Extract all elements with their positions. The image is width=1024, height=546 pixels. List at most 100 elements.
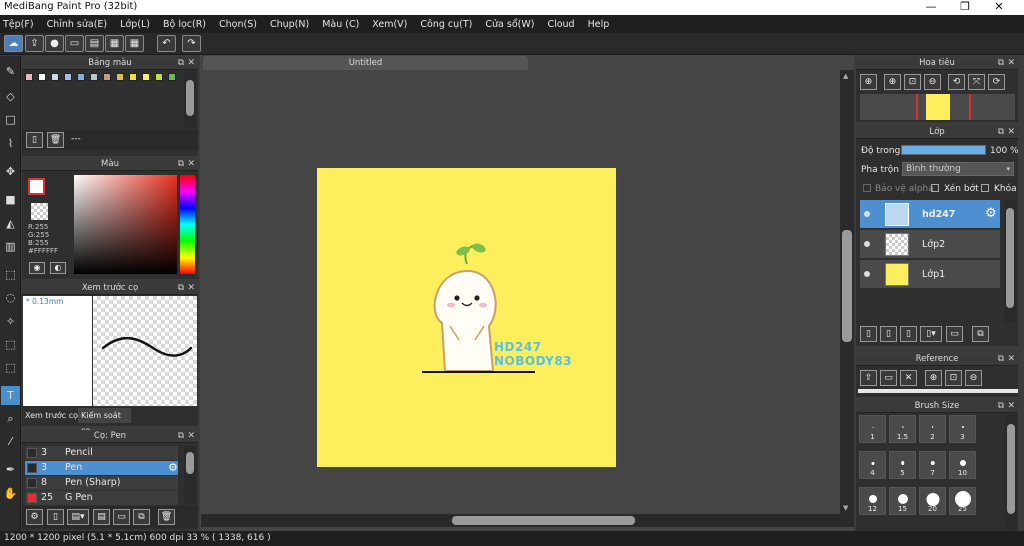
reference-open-icon[interactable]: ▭ — [880, 370, 897, 386]
protect-alpha-checkbox[interactable] — [863, 184, 871, 192]
opacity-slider[interactable] — [901, 145, 986, 155]
menu-edit[interactable]: Chỉnh sửa(E) — [47, 19, 108, 30]
brush-row[interactable]: 3 Pen ⚙ — [25, 461, 178, 475]
text-tool-icon[interactable]: T — [1, 386, 20, 405]
reference-fit-icon[interactable]: ⊡ — [945, 370, 962, 386]
tab-brush-control[interactable]: Kiểm soát cọ — [78, 408, 131, 435]
delete-brush-icon[interactable]: 🗑 — [158, 509, 175, 525]
clipping-checkbox[interactable] — [931, 184, 939, 192]
palette-swatch[interactable] — [25, 73, 33, 81]
close-icon[interactable]: ✕ — [1007, 57, 1015, 69]
gradient-tool-icon[interactable]: ▥ — [1, 237, 20, 256]
popout-icon[interactable]: ⧉ — [998, 126, 1004, 138]
maximize-button[interactable]: ❐ — [948, 0, 982, 15]
layer-scrollbar[interactable] — [1004, 200, 1016, 322]
select-tool-icon[interactable]: ⬚ — [1, 265, 20, 284]
palette-swatch[interactable] — [116, 73, 124, 81]
eyedropper-tool-icon[interactable]: ⁄ — [1, 432, 20, 451]
grid-icon[interactable]: ▦ — [105, 35, 124, 52]
close-button[interactable]: ✕ — [982, 0, 1016, 15]
magic-wand-icon[interactable]: ✧ — [1, 312, 20, 331]
palette-scrollbar[interactable] — [184, 72, 196, 128]
palette-swatch[interactable] — [103, 73, 111, 81]
brush-size-option[interactable]: 4 — [859, 451, 886, 479]
redo-button[interactable]: ↷ — [182, 35, 201, 52]
document-tab[interactable]: Untitled — [203, 56, 528, 70]
brush-tool-icon[interactable]: ✎ — [1, 62, 20, 81]
brush-size-option[interactable]: 1 — [859, 415, 886, 443]
menu-layer[interactable]: Lớp(L) — [120, 19, 150, 30]
hue-slider[interactable] — [180, 175, 195, 274]
reference-zoom-out-icon[interactable]: ⊖ — [965, 370, 982, 386]
brush-list-scrollbar[interactable] — [184, 446, 196, 504]
popout-icon[interactable]: ⧉ — [178, 57, 184, 69]
add-brush-menu-icon[interactable]: ▤▾ — [67, 509, 89, 525]
brush-settings-icon[interactable]: ⚙ — [26, 509, 43, 525]
lasso-tool-icon[interactable]: ◌ — [1, 288, 20, 307]
layer-settings-icon[interactable]: ⚙ — [985, 206, 997, 221]
new-layer3-icon[interactable]: ▯ — [900, 326, 917, 342]
select-pen-icon[interactable]: ⬚ — [1, 335, 20, 354]
brush-size-option[interactable]: 7 — [919, 451, 946, 479]
color-wheel-icon[interactable]: ◉ — [29, 262, 45, 274]
move-tool-icon[interactable]: ✥ — [1, 162, 20, 181]
palette-swatch[interactable] — [168, 73, 176, 81]
popout-icon[interactable]: ⧉ — [178, 282, 184, 294]
menu-select[interactable]: Chọn(S) — [219, 19, 257, 30]
artboard[interactable]: HD247 NOBODY83 — [317, 168, 616, 467]
close-icon[interactable]: ✕ — [1007, 400, 1015, 412]
fit-icon[interactable]: ⊡ — [904, 74, 921, 90]
palette-swatch[interactable] — [77, 73, 85, 81]
menu-filter[interactable]: Bộ lọc(R) — [163, 19, 206, 30]
layer-row-layer2[interactable]: Lớp2 — [860, 230, 1000, 259]
palette-swatch[interactable] — [90, 73, 98, 81]
cloud-icon[interactable]: ☁ — [4, 35, 23, 52]
close-icon[interactable]: ✕ — [187, 282, 195, 294]
new-layer2-icon[interactable]: ▯ — [880, 326, 897, 342]
saturation-value-picker[interactable] — [74, 175, 177, 274]
layer-folder-icon[interactable]: ▭ — [946, 326, 963, 342]
screen-icon[interactable]: ▭ — [65, 35, 84, 52]
brush-row[interactable]: 8 Pen (Sharp) — [25, 476, 178, 490]
add-brush-icon[interactable]: ▯ — [47, 509, 64, 525]
foreground-color[interactable] — [28, 178, 45, 195]
brush-size-option[interactable]: 15 — [889, 487, 916, 515]
palette-swatch[interactable] — [155, 73, 163, 81]
flip-icon[interactable]: ⤧ — [968, 74, 985, 90]
popout-icon[interactable]: ⧉ — [998, 57, 1004, 69]
layer-row-layer1[interactable]: Lớp1 — [860, 260, 1000, 289]
brush-size-option[interactable]: 2 — [919, 415, 946, 443]
brush-folder-icon[interactable]: ▭ — [113, 509, 130, 525]
bucket-tool-icon[interactable]: ◭ — [1, 214, 20, 233]
color-slider-icon[interactable]: ◐ — [50, 262, 66, 274]
reference-zoom-in-icon[interactable]: ⊕ — [925, 370, 942, 386]
close-icon[interactable]: ✕ — [1007, 353, 1015, 365]
tab-brush-preview[interactable]: Xem trước cọ — [22, 408, 78, 423]
duplicate-layer-icon[interactable]: ⧉ — [972, 326, 989, 342]
palette-swatch[interactable] — [51, 73, 59, 81]
zoom-out-icon[interactable]: ⊖ — [924, 74, 941, 90]
undo-button[interactable]: ↶ — [157, 35, 176, 52]
brush-size-scrollbar[interactable] — [1005, 414, 1017, 530]
visibility-icon[interactable] — [864, 211, 870, 217]
navigator-preview[interactable] — [860, 94, 1015, 120]
reference-close-icon[interactable]: ✕ — [900, 370, 917, 386]
palette-swatch[interactable] — [129, 73, 137, 81]
layer-row-hd247[interactable]: hd247 ⚙ — [860, 200, 1000, 229]
visibility-icon[interactable] — [864, 241, 870, 247]
menu-help[interactable]: Help — [588, 19, 610, 30]
brush-size-option[interactable]: 1.5 — [889, 415, 916, 443]
popout-icon[interactable]: ⧉ — [998, 400, 1004, 412]
popout-icon[interactable]: ⧉ — [178, 430, 184, 442]
new-layer-icon[interactable]: ▯ — [860, 326, 877, 342]
close-icon[interactable]: ✕ — [1007, 126, 1015, 138]
menu-color[interactable]: Màu (C) — [322, 19, 359, 30]
lock-checkbox[interactable] — [981, 184, 989, 192]
select-eraser-icon[interactable]: ⬚ — [1, 358, 20, 377]
background-color[interactable] — [31, 203, 48, 220]
duplicate-brush-icon[interactable]: ⧉ — [133, 509, 150, 525]
popout-icon[interactable]: ⧉ — [178, 158, 184, 170]
canvas-vscroll[interactable]: ▲ ▼ — [840, 70, 854, 514]
popout-icon[interactable]: ⧉ — [998, 353, 1004, 365]
brush-size-option[interactable]: 20 — [919, 487, 946, 515]
